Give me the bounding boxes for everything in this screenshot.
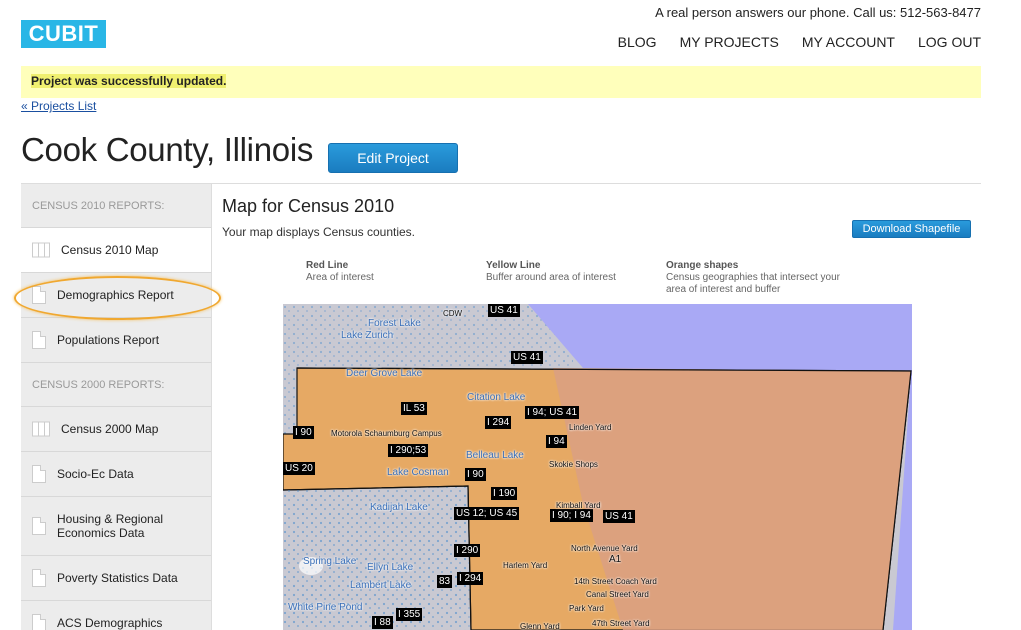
- document-icon: [32, 614, 46, 630]
- census-map[interactable]: CDW US 41 US 41 IL 53 I 94; US 41 I 294 …: [283, 304, 912, 630]
- legend-title: Red Line: [306, 260, 349, 271]
- edit-project-button[interactable]: Edit Project: [328, 143, 458, 173]
- map-water-label: Forest Lake: [368, 318, 421, 329]
- sidebar-item-housing-regional-economics[interactable]: Housing & Regional Economics Data: [21, 497, 211, 556]
- top-nav: BLOG MY PROJECTS MY ACCOUNT LOG OUT: [618, 34, 981, 50]
- sidebar-item-socio-ec-data[interactable]: Socio-Ec Data: [21, 452, 211, 497]
- sidebar-item-census-2000-map[interactable]: Census 2000 Map: [21, 407, 211, 452]
- map-place-label: Canal Street Yard: [586, 590, 649, 599]
- map-highway-shield: I 94: [546, 435, 567, 448]
- map-place-label: 47th Street Yard: [592, 619, 650, 628]
- map-place-label: Kimball Yard: [556, 501, 601, 510]
- map-highway-shield: IL 53: [401, 402, 427, 415]
- map-highway-shield: US 12; US 45: [454, 507, 520, 520]
- map-highway-shield: I 290: [454, 544, 481, 557]
- sidebar-item-label: Populations Report: [57, 333, 160, 347]
- phone-text: A real person answers our phone. Call us…: [655, 5, 981, 20]
- legend-orange-shapes: Orange shapes Census geographies that in…: [666, 260, 846, 296]
- sidebar-item-label: Socio-Ec Data: [57, 467, 134, 481]
- map-water-label: Spring Lake: [303, 556, 357, 567]
- map-highway-shield: I 294: [457, 572, 484, 585]
- page-title: Cook County, Illinois: [21, 131, 314, 168]
- map-place-label: North Avenue Yard: [571, 544, 638, 553]
- map-water-label: Lake Cosman: [387, 467, 449, 478]
- legend-yellow-line: Yellow Line Buffer around area of intere…: [486, 260, 616, 284]
- download-shapefile-button[interactable]: Download Shapefile: [852, 220, 971, 238]
- nav-log-out[interactable]: LOG OUT: [918, 34, 981, 50]
- sidebar-item-poverty-statistics[interactable]: Poverty Statistics Data: [21, 556, 211, 601]
- map-water-label: White Pine Pond: [288, 602, 363, 613]
- map-place-label: 14th Street Coach Yard: [574, 577, 657, 586]
- nav-my-projects[interactable]: MY PROJECTS: [680, 34, 779, 50]
- map-highway-shield: US 20: [283, 462, 315, 475]
- map-place-label: A1: [609, 554, 622, 565]
- nav-blog[interactable]: BLOG: [618, 34, 657, 50]
- map-water-label: Kadijah Lake: [370, 502, 428, 513]
- map-water-label: Lake Zurich: [341, 330, 394, 341]
- document-icon: [32, 517, 46, 535]
- sidebar-heading-census-2010: CENSUS 2010 REPORTS:: [21, 184, 211, 228]
- map-place-label: Skokie Shops: [549, 460, 598, 469]
- sidebar-item-label: Census 2000 Map: [61, 422, 159, 436]
- map-highway-shield: US 41: [488, 304, 520, 317]
- document-icon: [32, 465, 46, 483]
- map-place-label: Harlem Yard: [503, 561, 548, 570]
- map-highway-shield: I 90: [293, 426, 314, 439]
- map-highway-shield: I 294: [485, 416, 512, 429]
- document-icon: [32, 569, 46, 587]
- map-icon: [32, 421, 50, 437]
- map-highway-shield: I 355: [396, 608, 423, 621]
- sidebar-item-label: Poverty Statistics Data: [57, 571, 178, 585]
- map-highway-shield: 83: [437, 575, 453, 588]
- sidebar-heading-census-2000: CENSUS 2000 REPORTS:: [21, 363, 211, 407]
- nav-my-account[interactable]: MY ACCOUNT: [802, 34, 895, 50]
- map-place-label: Motorola Schaumburg Campus: [331, 429, 442, 438]
- map-highway-shield: I 94; US 41: [525, 406, 580, 419]
- legend-red-line: Red Line Area of interest: [306, 260, 374, 284]
- map-water-label: Lambert Lake: [350, 580, 412, 591]
- sidebar-item-census-2010-map[interactable]: Census 2010 Map: [21, 228, 211, 273]
- sidebar-item-label: Housing & Regional Economics Data: [57, 512, 164, 540]
- legend-text: Area of interest: [306, 272, 374, 283]
- map-highway-shield: I 290;53: [388, 444, 429, 457]
- map-place-label: Linden Yard: [569, 423, 612, 432]
- sidebar-item-label: ACS Demographics: [57, 616, 163, 630]
- map-section-subtitle: Your map displays Census counties.: [222, 225, 415, 239]
- sidebar: CENSUS 2010 REPORTS: Census 2010 Map Dem…: [21, 184, 212, 630]
- map-water-label: Ellyn Lake: [367, 562, 414, 573]
- map-water-label: Belleau Lake: [466, 450, 524, 461]
- map-place-label: Glenn Yard: [520, 622, 560, 630]
- map-water-label: Deer Grove Lake: [346, 368, 423, 379]
- map-water-label: Citation Lake: [467, 392, 526, 403]
- flash-text: Project was successfully updated.: [31, 74, 227, 88]
- legend-text: Buffer around area of interest: [486, 272, 616, 283]
- highlight-annotation-ring: [14, 276, 221, 320]
- sidebar-item-populations-report[interactable]: Populations Report: [21, 318, 211, 363]
- sidebar-item-label: Census 2010 Map: [61, 243, 159, 257]
- map-highway-shield: I 190: [491, 487, 518, 500]
- legend-title: Yellow Line: [486, 260, 541, 271]
- sidebar-item-acs-demographics[interactable]: ACS Demographics: [21, 601, 211, 630]
- map-section-title: Map for Census 2010: [222, 196, 395, 216]
- map-icon: [32, 242, 50, 258]
- map-highway-shield: US 41: [603, 510, 635, 523]
- projects-list-link[interactable]: « Projects List: [21, 99, 96, 113]
- legend-title: Orange shapes: [666, 260, 739, 271]
- map-highway-shield: I 88: [372, 616, 393, 629]
- map-highway-shield: I 90: [465, 468, 486, 481]
- map-place-label: Park Yard: [569, 604, 604, 613]
- flash-message: Project was successfully updated.: [21, 66, 981, 98]
- legend-text: Census geographies that intersect your a…: [666, 272, 840, 295]
- map-highway-shield: I 90; I 94: [550, 509, 593, 522]
- map-place-label: CDW: [443, 309, 463, 318]
- document-icon: [32, 331, 46, 349]
- cubit-logo[interactable]: CUBIT: [21, 20, 106, 48]
- map-highway-shield: US 41: [511, 351, 543, 364]
